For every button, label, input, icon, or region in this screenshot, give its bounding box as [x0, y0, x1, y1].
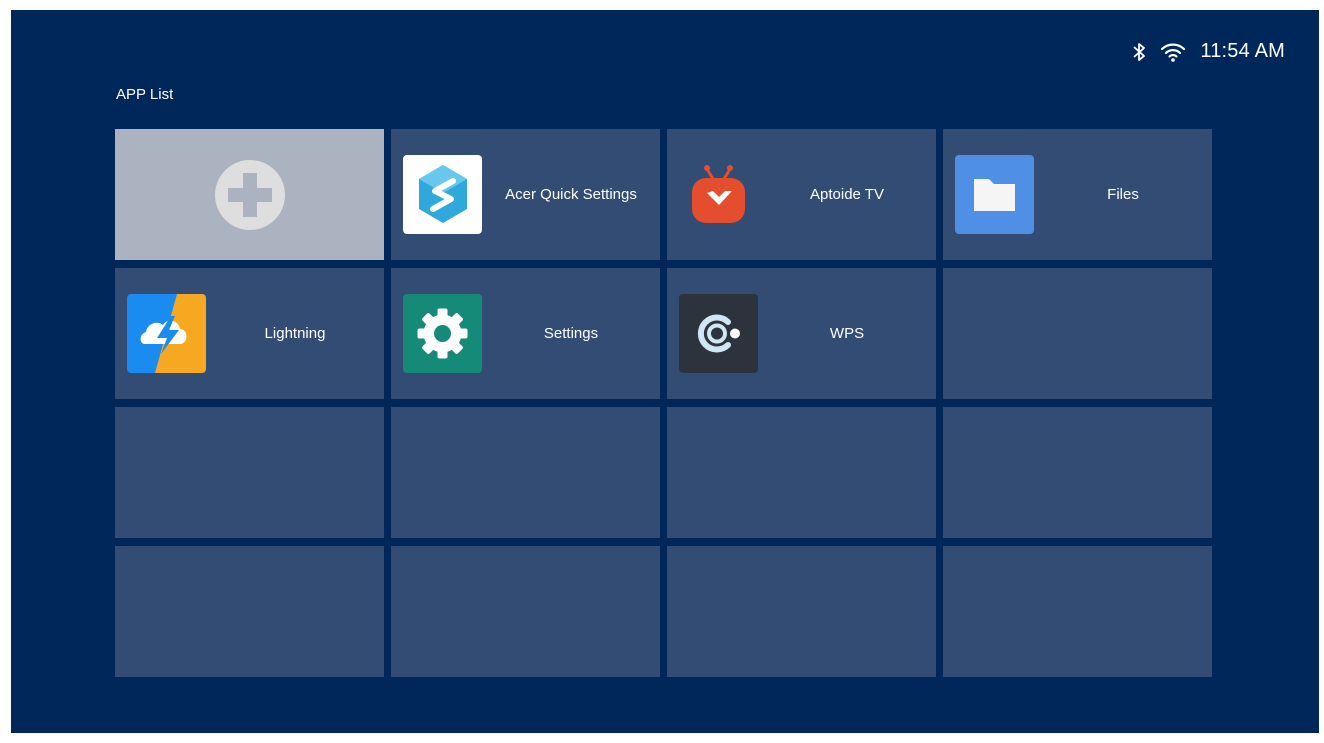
- empty-tile[interactable]: [391, 546, 660, 677]
- add-app-tile[interactable]: [115, 129, 384, 260]
- empty-tile[interactable]: [943, 268, 1212, 399]
- empty-tile[interactable]: [667, 407, 936, 538]
- status-bar: 11:54 AM: [1132, 40, 1285, 63]
- empty-tile[interactable]: [115, 407, 384, 538]
- bluetooth-icon: [1133, 42, 1146, 61]
- files-icon: [955, 155, 1034, 234]
- app-tile-wps[interactable]: WPS: [667, 268, 936, 399]
- page-title: APP List: [116, 86, 174, 103]
- tv-screen: 11:54 AM APP List Acer Quick Settings Ap…: [11, 10, 1319, 733]
- aptoide-tv-icon: [679, 155, 758, 234]
- wifi-icon: [1161, 43, 1186, 62]
- clock: 11:54 AM: [1200, 40, 1285, 62]
- app-grid: Acer Quick Settings Aptoide TV Files Lig…: [115, 129, 1212, 677]
- empty-tile[interactable]: [667, 546, 936, 677]
- acer-quick-settings-icon: [403, 155, 482, 234]
- empty-tile[interactable]: [115, 546, 384, 677]
- lightning-icon: [127, 294, 206, 373]
- app-label: Settings: [543, 325, 599, 342]
- empty-tile[interactable]: [943, 546, 1212, 677]
- app-tile-lightning[interactable]: Lightning: [115, 268, 384, 399]
- plus-icon: [214, 159, 285, 230]
- empty-tile[interactable]: [391, 407, 660, 538]
- app-label: WPS: [829, 325, 865, 342]
- app-tile-settings[interactable]: Settings: [391, 268, 660, 399]
- app-label: Aptoide TV: [810, 186, 884, 203]
- app-tile-files[interactable]: Files: [943, 129, 1212, 260]
- settings-icon: [403, 294, 482, 373]
- app-tile-aptoide-tv[interactable]: Aptoide TV: [667, 129, 936, 260]
- app-label: Acer Quick Settings: [505, 186, 637, 203]
- empty-tile[interactable]: [943, 407, 1212, 538]
- app-label: Files: [1107, 186, 1139, 203]
- app-tile-acer-quick-settings[interactable]: Acer Quick Settings: [391, 129, 660, 260]
- app-label: Lightning: [264, 325, 326, 342]
- wps-icon: [679, 294, 758, 373]
